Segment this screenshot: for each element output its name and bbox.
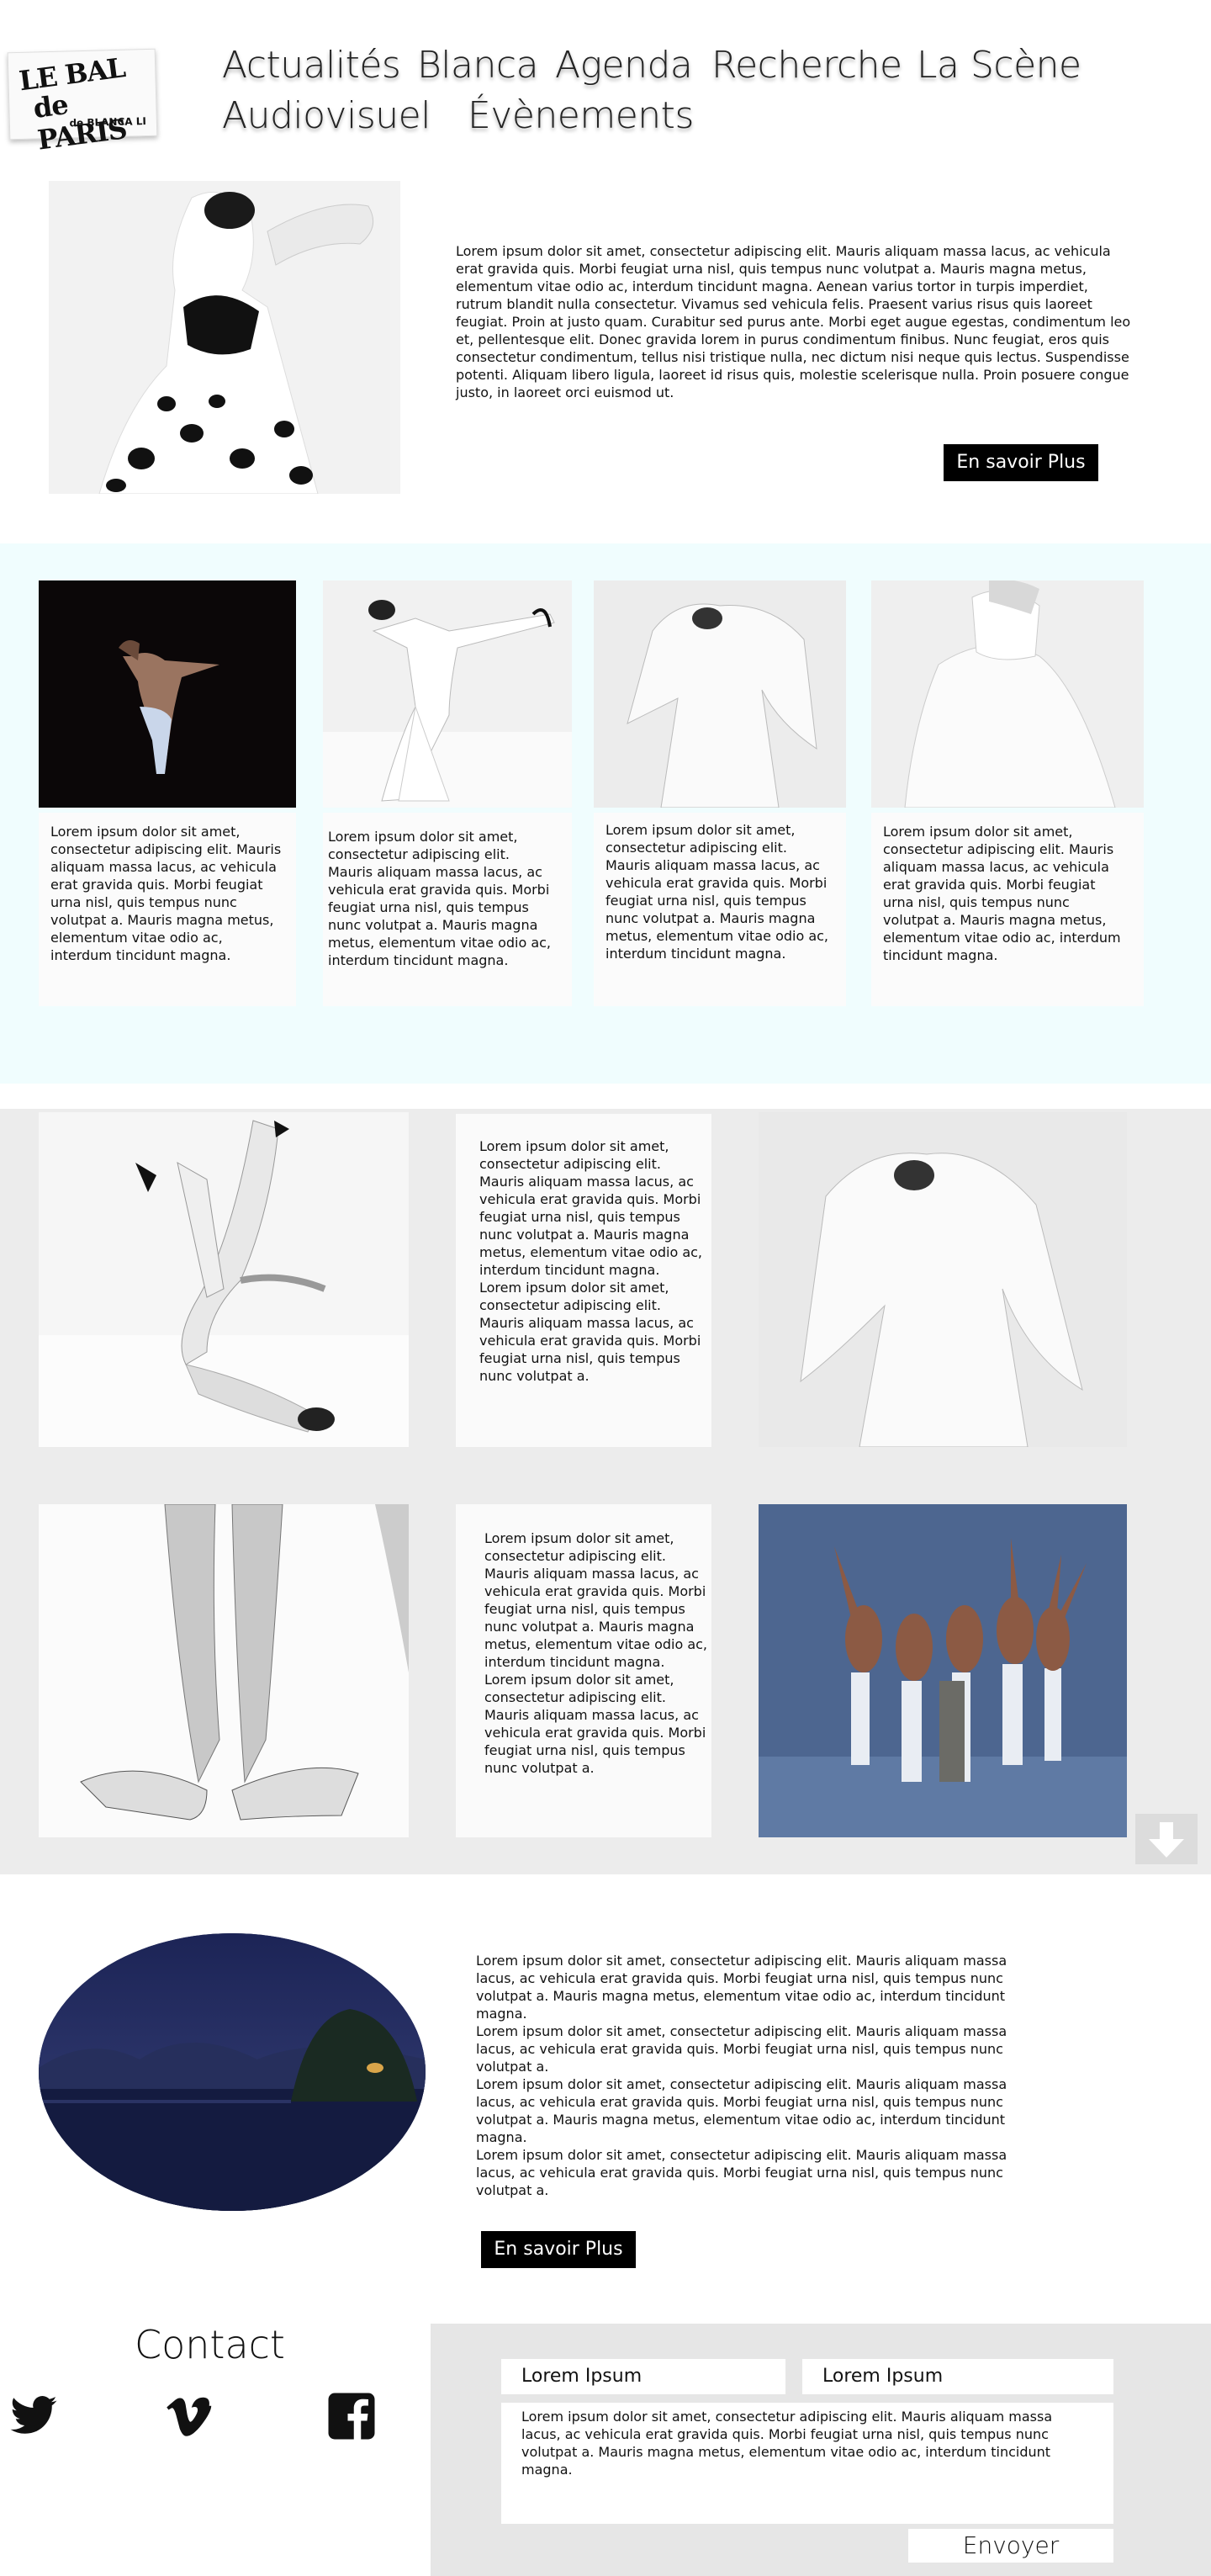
nav-link-blanca[interactable]: Blanca <box>417 44 539 87</box>
nav-link-audiovisuel[interactable]: Audiovisuel <box>222 94 431 137</box>
nav-link-la-scene[interactable]: La Scène <box>917 44 1081 87</box>
gallery-text-1: Lorem ipsum dolor sit amet, consectetur … <box>479 1138 703 1384</box>
feature-paragraph-4: Lorem ipsum dolor sit amet, consectetur … <box>476 2147 1007 2198</box>
night-landscape-photo <box>39 1933 426 2211</box>
intro-text: Lorem ipsum dolor sit amet, consectetur … <box>456 243 1131 400</box>
nav-link-agenda[interactable]: Agenda <box>555 44 693 87</box>
gallery-photo-4 <box>759 1504 1127 1837</box>
intro-more-button[interactable]: En savoir Plus <box>944 444 1098 481</box>
site-logo[interactable]: LE BAL de PARIS de BLANCA LI <box>7 48 158 156</box>
send-button[interactable]: Envoyer <box>908 2529 1113 2563</box>
vimeo-icon[interactable] <box>163 2391 214 2441</box>
logo-text-line3: de BLANCA LI <box>69 115 147 130</box>
gallery-photo-3 <box>39 1504 409 1837</box>
facebook-icon[interactable] <box>326 2391 377 2441</box>
nav-link-actualites[interactable]: Actualités <box>222 44 401 87</box>
message-field[interactable]: Lorem ipsum dolor sit amet, consectetur … <box>501 2403 1113 2524</box>
arrow-down-icon <box>1149 1822 1184 1858</box>
card-text-2: Lorem ipsum dolor sit amet, consectetur … <box>328 829 552 968</box>
card-text-4: Lorem ipsum dolor sit amet, consectetur … <box>883 824 1121 963</box>
contact-title: Contact <box>135 2322 285 2367</box>
twitter-icon[interactable] <box>8 2391 59 2441</box>
gallery-text-2: Lorem ipsum dolor sit amet, consectetur … <box>484 1530 708 1776</box>
feature-more-button[interactable]: En savoir Plus <box>481 2231 636 2268</box>
scroll-down-button[interactable] <box>1135 1814 1198 1864</box>
name-field[interactable]: Lorem Ipsum <box>501 2359 785 2394</box>
card-text-1: Lorem ipsum dolor sit amet, consectetur … <box>50 824 282 963</box>
nav-link-evenements[interactable]: Évènements <box>468 94 694 137</box>
main-nav: Actualités Blanca Agenda Recherche La Sc… <box>222 44 1147 153</box>
card-text-3: Lorem ipsum dolor sit amet, consectetur … <box>606 822 829 962</box>
nav-link-recherche[interactable]: Recherche <box>711 44 902 87</box>
card-photo-4 <box>871 580 1144 808</box>
email-field[interactable]: Lorem Ipsum <box>802 2359 1113 2394</box>
card-photo-1 <box>39 580 296 808</box>
feature-paragraph-3: Lorem ipsum dolor sit amet, consectetur … <box>476 2076 1007 2145</box>
feature-text-block: Lorem ipsum dolor sit amet, consectetur … <box>476 1952 1031 2199</box>
gallery-photo-2 <box>759 1112 1127 1447</box>
feature-paragraph-2: Lorem ipsum dolor sit amet, consectetur … <box>476 2023 1007 2075</box>
feature-paragraph-1: Lorem ipsum dolor sit amet, consectetur … <box>476 1953 1007 2022</box>
card-photo-3 <box>594 580 846 808</box>
gallery-photo-1 <box>39 1112 409 1447</box>
card-photo-2 <box>323 580 572 808</box>
intro-dancer-photo <box>49 181 400 494</box>
